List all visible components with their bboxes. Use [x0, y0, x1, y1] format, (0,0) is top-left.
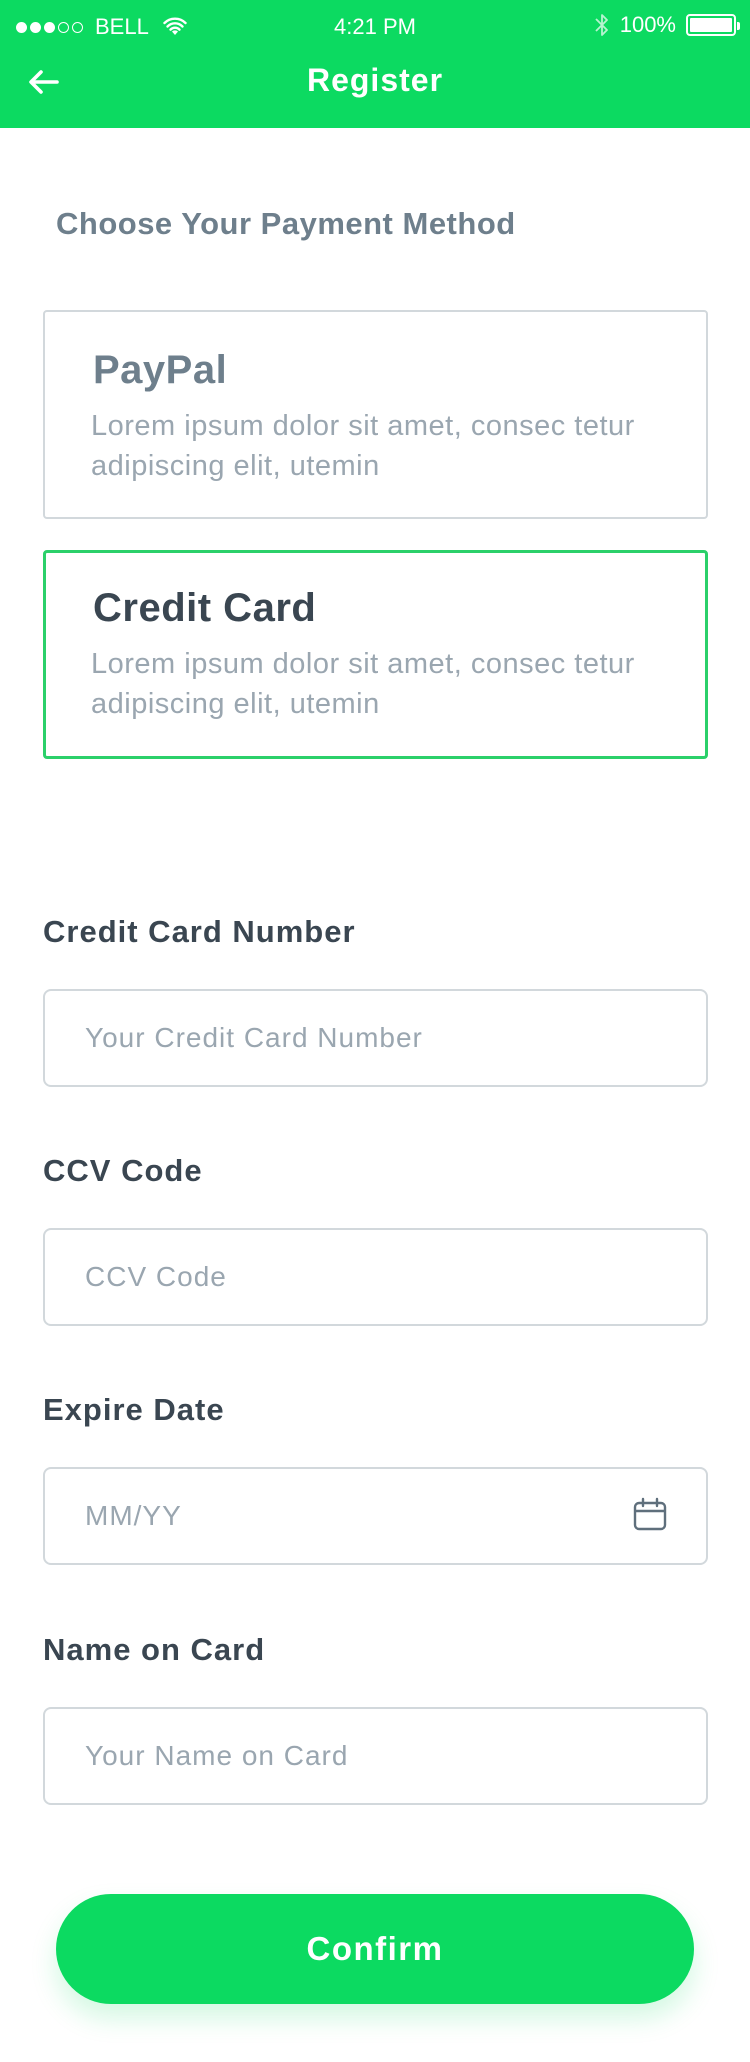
name-on-card-label: Name on Card: [43, 1632, 266, 1667]
ccv-input[interactable]: [85, 1230, 645, 1324]
header: BELL 4:21 PM 100% Register: [0, 0, 750, 128]
battery-percent: 100%: [619, 12, 676, 37]
ccv-label: CCV Code: [43, 1153, 203, 1188]
status-right: 100%: [594, 12, 740, 38]
expire-date-input[interactable]: [85, 1469, 645, 1563]
payment-option-description: Lorem ipsum dolor sit amet, consec tetur…: [91, 410, 635, 482]
status-bar: BELL 4:21 PM 100%: [0, 0, 750, 54]
payment-option-description: Lorem ipsum dolor sit amet, consec tetur…: [91, 648, 635, 720]
payment-option-paypal[interactable]: PayPal Lorem ipsum dolor sit amet, conse…: [43, 310, 708, 519]
bluetooth-icon: [595, 14, 608, 36]
page-title: Register: [306, 62, 444, 98]
payment-option-title: PayPal: [93, 348, 228, 392]
calendar-icon[interactable]: [632, 1497, 668, 1533]
payment-option-title: Credit Card: [93, 586, 317, 630]
expire-date-label: Expire Date: [43, 1392, 225, 1427]
expire-date-field[interactable]: [43, 1467, 708, 1565]
battery-icon: [686, 14, 740, 36]
card-number-input[interactable]: [85, 991, 645, 1085]
card-number-field[interactable]: [43, 989, 708, 1087]
name-on-card-input[interactable]: [85, 1709, 645, 1803]
ccv-field[interactable]: [43, 1228, 708, 1326]
payment-method-heading: Choose Your Payment Method: [56, 206, 516, 241]
name-on-card-field[interactable]: [43, 1707, 708, 1805]
nav-bar: Register: [0, 54, 750, 128]
confirm-button[interactable]: Confirm: [56, 1894, 694, 2004]
card-number-label: Credit Card Number: [43, 914, 356, 949]
payment-option-credit-card[interactable]: Credit Card Lorem ipsum dolor sit amet, …: [43, 550, 708, 759]
